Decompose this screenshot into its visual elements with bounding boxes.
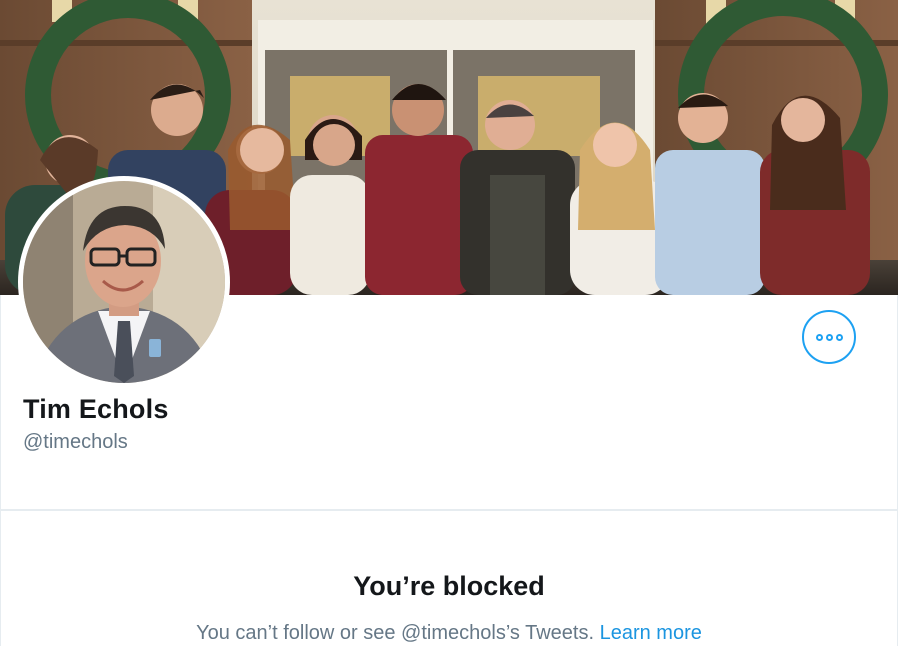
dot	[815, 333, 823, 341]
more-options-button[interactable]	[802, 310, 856, 364]
dot	[825, 333, 833, 341]
profile-handle[interactable]: @timechols	[23, 431, 128, 454]
profile-display-name[interactable]: Tim Echols	[23, 394, 169, 425]
profile-page: Tim Echols @timechols You’re blocked You…	[0, 0, 898, 646]
blocked-notice: You’re blocked You can’t follow or see @…	[0, 511, 898, 646]
blocked-message-line: You can’t follow or see @timechols’s Twe…	[1, 622, 897, 645]
profile-avatar[interactable]	[18, 176, 230, 388]
blocked-message: You can’t follow or see @timechols’s Twe…	[196, 622, 595, 644]
more-options-icon	[815, 333, 843, 341]
dot	[835, 333, 843, 341]
learn-more-link[interactable]: Learn more	[600, 622, 702, 644]
blocked-title: You’re blocked	[353, 571, 545, 601]
